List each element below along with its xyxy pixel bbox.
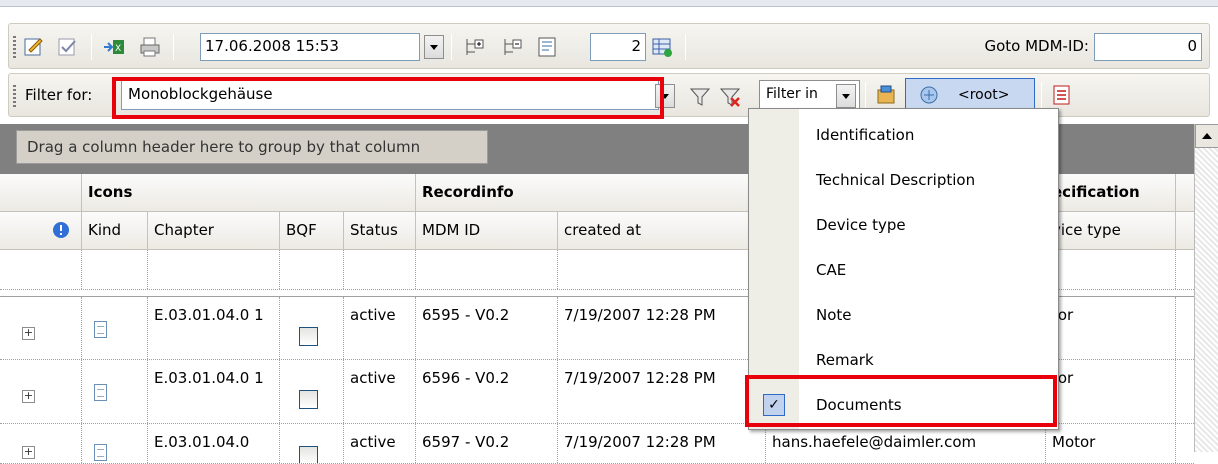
root-button[interactable]: <root> (905, 78, 1035, 112)
main-toolbar: X 17.06.2008 15:53 2 Goto MDM-ID: 0 (8, 23, 1210, 69)
print-icon[interactable] (139, 36, 161, 58)
filter-cell[interactable] (82, 250, 148, 289)
menu-item-cae[interactable]: CAE (749, 248, 1058, 292)
svg-text:X: X (115, 44, 121, 54)
mdm-id-cell: 6597 - V0.2 (416, 424, 558, 463)
database-icon[interactable] (875, 84, 897, 106)
check-document-icon[interactable] (57, 36, 79, 58)
device-type-cell: tor (1046, 297, 1176, 359)
filter-cell[interactable] (280, 250, 344, 289)
export-excel-icon[interactable]: X (103, 36, 125, 58)
toolbar-grip[interactable] (13, 85, 16, 107)
created-at-cell: 7/19/2007 12:28 PM (558, 297, 766, 359)
document-icon (94, 384, 107, 401)
column-header-bqf[interactable]: BQF (280, 212, 344, 249)
created-at-cell: 7/19/2007 12:28 PM (558, 424, 766, 463)
toolbar-separator (451, 34, 452, 60)
toolbar-grip[interactable] (13, 36, 16, 58)
status-cell: active (344, 360, 416, 423)
scroll-up-button[interactable] (1195, 124, 1218, 148)
window-top-border (0, 0, 1218, 7)
created-at-cell: 7/19/2007 12:28 PM (558, 360, 766, 423)
mdm-id-cell: 6596 - V0.2 (416, 360, 558, 423)
column-header-kind[interactable]: Kind (82, 212, 148, 249)
toolbar-separator (865, 82, 866, 108)
column-header-created-at[interactable]: created at (558, 212, 766, 249)
status-cell: active (344, 297, 416, 359)
filter-for-label: Filter for: (25, 86, 93, 104)
status-cell: active (344, 424, 416, 463)
chapter-cell: E.03.01.04.0 (148, 424, 280, 463)
toolbar-separator (91, 34, 92, 60)
chapter-cell: E.03.01.04.0 1 (148, 297, 280, 359)
row-expander-cell: + (0, 424, 82, 463)
info-icon (53, 222, 69, 238)
toolbar-separator (1041, 82, 1042, 108)
bqf-checkbox[interactable] (299, 390, 318, 409)
count-input[interactable]: 2 (590, 33, 646, 61)
document-icon (94, 444, 107, 461)
edit-icon[interactable] (23, 36, 45, 58)
table-row[interactable]: + E.03.01.04.0 active 6597 - V0.2 7/19/2… (0, 424, 1194, 464)
datetime-picker[interactable]: 17.06.2008 15:53 (200, 33, 420, 61)
column-header-chapter[interactable]: Chapter (148, 212, 280, 249)
expand-row-icon[interactable]: + (22, 446, 35, 459)
group-header-icons[interactable]: Icons (82, 174, 416, 211)
bqf-cell (280, 297, 344, 359)
filter-cell[interactable] (1046, 250, 1176, 289)
group-header-specification[interactable]: ecification (1046, 174, 1176, 211)
filter-in-dropdown-button[interactable] (836, 84, 856, 108)
document-icon (94, 321, 107, 338)
filter-cell[interactable] (148, 250, 280, 289)
expand-row-icon[interactable]: + (22, 327, 35, 340)
collapse-tree-icon[interactable] (501, 36, 523, 58)
column-header-info[interactable] (0, 212, 82, 249)
column-header-device-type[interactable]: vice type (1046, 212, 1176, 249)
column-header-status[interactable]: Status (344, 212, 416, 249)
filter-cell[interactable] (0, 250, 82, 289)
goto-mdm-id-input[interactable]: 0 (1094, 33, 1202, 61)
bqf-checkbox[interactable] (299, 446, 318, 463)
filter-in-label: Filter in (766, 86, 818, 102)
vertical-scrollbar[interactable] (1194, 124, 1218, 452)
filter-cell[interactable] (558, 250, 766, 289)
device-type-cell: Motor (1046, 424, 1176, 463)
menu-item-identification[interactable]: Identification (749, 113, 1058, 157)
goto-mdm-id-label: Goto MDM-ID: (984, 37, 1089, 55)
menu-item-device-type[interactable]: Device type (749, 203, 1058, 247)
kind-cell (82, 424, 148, 463)
group-header-spacer (0, 174, 82, 211)
expand-tree-icon[interactable] (463, 36, 485, 58)
filter-highlight-box (112, 77, 664, 119)
datetime-dropdown-button[interactable] (424, 35, 444, 59)
row-expander-cell: + (0, 360, 82, 423)
pdf-document-icon[interactable] (1051, 84, 1073, 106)
root-label: <root> (958, 87, 1010, 103)
expand-row-icon[interactable]: + (22, 390, 35, 403)
bqf-cell (280, 360, 344, 423)
toolbar-separator (685, 34, 686, 60)
documents-highlight-box (745, 375, 1057, 427)
bqf-checkbox[interactable] (299, 327, 318, 346)
device-type-cell: tor (1046, 360, 1176, 423)
clear-filter-icon[interactable] (719, 86, 741, 108)
filter-cell[interactable] (344, 250, 416, 289)
root-folder-icon (920, 86, 938, 104)
add-table-icon[interactable] (651, 36, 673, 58)
row-expander-cell: + (0, 297, 82, 359)
chapter-cell: E.03.01.04.0 1 (148, 360, 280, 423)
column-header-mdm-id[interactable]: MDM ID (416, 212, 558, 249)
menu-item-note[interactable]: Note (749, 293, 1058, 337)
properties-icon[interactable] (537, 36, 559, 58)
mdm-id-cell: 6595 - V0.2 (416, 297, 558, 359)
toolbar-separator (173, 34, 174, 60)
group-by-hint: Drag a column header here to group by th… (16, 130, 488, 164)
kind-cell (82, 360, 148, 423)
filter-icon[interactable] (689, 86, 711, 108)
menu-item-technical-description[interactable]: Technical Description (749, 158, 1058, 202)
kind-cell (82, 297, 148, 359)
filter-cell[interactable] (416, 250, 558, 289)
bqf-cell (280, 424, 344, 463)
